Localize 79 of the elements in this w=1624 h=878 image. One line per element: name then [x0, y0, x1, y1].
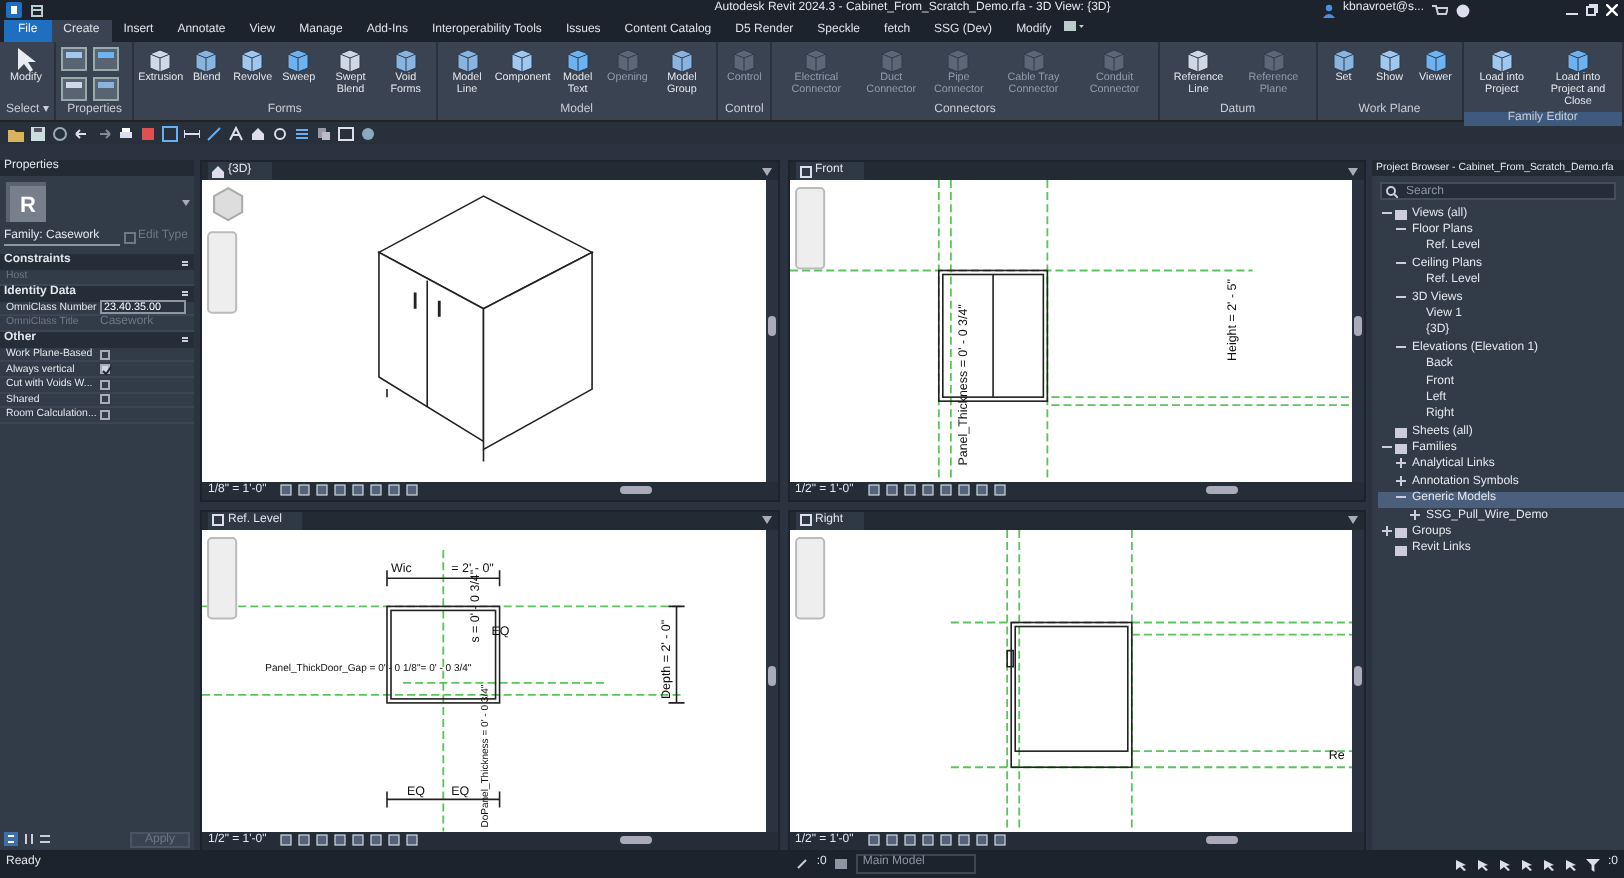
line-icon[interactable] — [206, 125, 222, 141]
type-thumbnail-letter: R — [20, 194, 36, 218]
block-icon — [146, 46, 175, 74]
block-icon — [1564, 46, 1592, 74]
collapse-icon[interactable] — [180, 288, 190, 299]
block-icon — [1487, 46, 1516, 74]
scrollbar-thumb[interactable] — [767, 665, 775, 686]
expand-toggle-icon[interactable] — [1378, 525, 1394, 541]
block-icon — [877, 46, 906, 74]
block-icon — [667, 46, 696, 74]
block-icon — [1184, 46, 1213, 74]
cart-icon[interactable] — [1432, 3, 1448, 17]
sheet-icon — [799, 514, 811, 527]
block-icon — [1100, 46, 1129, 74]
checkbox[interactable] — [100, 379, 110, 390]
categorize-icon[interactable] — [4, 832, 18, 846]
properties-tool-icon[interactable] — [60, 46, 89, 72]
view-cube-icon — [213, 186, 244, 222]
block-icon — [563, 46, 592, 74]
expand-toggle-icon[interactable] — [1406, 509, 1422, 524]
sort-icon[interactable] — [38, 832, 52, 846]
checkbox[interactable] — [100, 364, 110, 375]
expand-toggle-icon[interactable] — [1392, 475, 1408, 491]
scrollbar-thumb[interactable] — [619, 486, 651, 495]
redo-icon[interactable] — [96, 125, 112, 141]
collapse-icon[interactable] — [180, 257, 190, 267]
properties-tool-icon[interactable] — [60, 76, 89, 102]
app-logo-icon[interactable] — [6, 2, 22, 18]
properties-tool-icon[interactable] — [92, 46, 121, 72]
checkbox[interactable] — [100, 394, 110, 405]
block-icon — [613, 46, 642, 74]
block-icon — [192, 46, 221, 74]
expand-toggle-icon[interactable] — [1392, 458, 1408, 474]
block-icon — [1019, 46, 1048, 74]
block-icon — [453, 46, 482, 74]
block-icon — [944, 46, 973, 74]
checkbox[interactable] — [100, 409, 110, 420]
block-icon — [1329, 46, 1358, 74]
text-icon[interactable] — [228, 125, 244, 141]
list-icon[interactable] — [294, 125, 310, 141]
scrollbar-thumb[interactable] — [1354, 665, 1362, 686]
caret-icon[interactable] — [761, 167, 771, 175]
block-icon — [508, 46, 537, 74]
print-icon[interactable] — [118, 125, 134, 141]
block-icon — [730, 46, 759, 74]
caret-icon[interactable] — [182, 199, 190, 205]
panel-toggle-icon[interactable] — [1063, 20, 1084, 32]
scrollbar-thumb[interactable] — [767, 315, 775, 336]
caret-icon[interactable] — [761, 516, 771, 525]
scrollbar-thumb[interactable] — [1206, 486, 1238, 495]
block-icon — [284, 46, 313, 74]
undo-icon[interactable] — [74, 125, 90, 141]
sort-icon[interactable] — [21, 832, 35, 846]
search-icon — [1386, 185, 1398, 197]
user-icon[interactable] — [1321, 3, 1336, 17]
close-icon[interactable] — [1606, 4, 1618, 16]
sheet-icon — [799, 165, 811, 177]
filter-icon[interactable] — [1585, 857, 1600, 871]
caret-icon[interactable] — [1348, 516, 1358, 525]
block-icon — [238, 46, 267, 74]
dimension-icon[interactable] — [184, 125, 200, 141]
block-icon — [336, 46, 365, 74]
block-icon — [391, 46, 420, 74]
scrollbar-thumb[interactable] — [1354, 315, 1362, 336]
copy-icon[interactable] — [316, 125, 332, 141]
block-icon — [1375, 46, 1404, 74]
properties-tool-icon[interactable] — [92, 76, 121, 102]
scrollbar-thumb[interactable] — [1206, 836, 1238, 845]
block-icon — [1421, 46, 1450, 74]
sheet-icon — [212, 514, 224, 527]
collapse-icon[interactable] — [180, 334, 190, 345]
scrollbar-thumb[interactable] — [619, 836, 651, 845]
checkbox[interactable] — [100, 349, 110, 360]
caret-icon[interactable] — [1348, 167, 1358, 175]
pointer-icon — [12, 46, 40, 74]
block-icon — [1259, 46, 1288, 74]
block-icon — [802, 46, 831, 74]
save-icon[interactable] — [30, 125, 46, 141]
restore-icon[interactable] — [1586, 4, 1598, 16]
